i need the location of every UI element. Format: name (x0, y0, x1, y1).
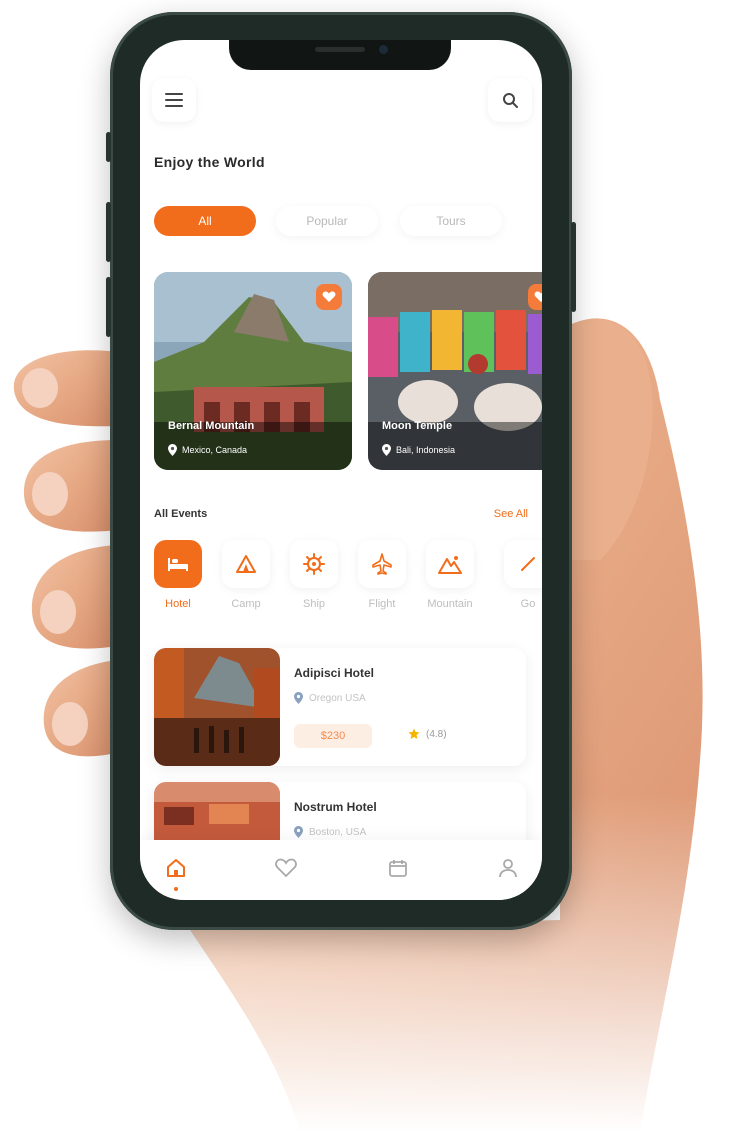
tent-icon (236, 555, 256, 573)
hotel-name: Nostrum Hotel (294, 800, 377, 814)
category-more[interactable]: Go (504, 540, 542, 610)
plane-icon (372, 553, 392, 575)
page-title: Enjoy the World (154, 154, 265, 170)
favorite-button[interactable] (316, 284, 342, 310)
location-pin-icon (294, 826, 303, 838)
category-hotel[interactable]: Hotel (154, 540, 202, 610)
home-icon (167, 859, 185, 877)
hotel-card[interactable]: Adipisci Hotel Oregon USA $230 (4.8) (154, 648, 526, 766)
category-camp[interactable]: Camp (222, 540, 270, 610)
featured-image-temple (368, 272, 542, 470)
heart-icon (322, 291, 336, 302)
menu-icon (165, 93, 183, 107)
tab-home[interactable] (162, 854, 190, 891)
menu-button[interactable] (152, 78, 196, 122)
active-tab-indicator (174, 887, 178, 891)
featured-location: Bali, Indonesia (382, 444, 455, 456)
filter-chip-popular[interactable]: Popular (276, 206, 378, 236)
category-flight[interactable]: Flight (358, 540, 406, 610)
search-icon (503, 93, 518, 108)
section-label: All Events (154, 508, 208, 520)
favorite-button[interactable] (528, 284, 542, 310)
location-pin-icon (382, 444, 391, 456)
category-label: Mountain (427, 598, 473, 610)
hotel-location: Oregon USA (294, 692, 366, 704)
category-label: Go (520, 598, 536, 610)
heart-icon (275, 858, 297, 878)
location-pin-icon (294, 692, 303, 704)
hotel-image (154, 648, 280, 766)
heart-icon (534, 291, 542, 302)
tab-profile[interactable] (494, 854, 522, 882)
tab-favorites[interactable] (272, 854, 300, 882)
bed-icon (168, 558, 188, 571)
featured-location: Mexico, Canada (168, 444, 247, 456)
star-icon (408, 728, 420, 739)
category-mountain[interactable]: Mountain (426, 540, 474, 610)
see-all-link[interactable]: See All (494, 508, 528, 520)
category-ship[interactable]: Ship (290, 540, 338, 610)
location-pin-icon (168, 444, 177, 456)
hotel-location: Boston, USA (294, 826, 366, 838)
featured-title: Moon Temple (382, 420, 453, 432)
featured-card[interactable]: Bernal Mountain Mexico, Canada (154, 272, 352, 470)
bottom-tab-bar (140, 840, 542, 900)
filter-chip-tours[interactable]: Tours (400, 206, 502, 236)
app-screen: Enjoy the World All Popular Tours Bernal… (140, 40, 542, 900)
price-badge: $230 (294, 724, 372, 748)
tab-bookings[interactable] (384, 854, 412, 882)
ship-wheel-icon (303, 553, 325, 575)
rating: (4.8) (408, 728, 447, 740)
mountain-icon (438, 556, 462, 574)
search-button[interactable] (488, 78, 532, 122)
hotel-name: Adipisci Hotel (294, 666, 375, 680)
more-icon (521, 557, 535, 571)
featured-card[interactable]: Moon Temple Bali, Indonesia (368, 272, 542, 470)
filter-chip-all[interactable]: All (154, 206, 256, 236)
calendar-icon (389, 860, 407, 877)
notch (229, 40, 451, 70)
profile-icon (499, 859, 517, 878)
featured-title: Bernal Mountain (168, 420, 255, 432)
